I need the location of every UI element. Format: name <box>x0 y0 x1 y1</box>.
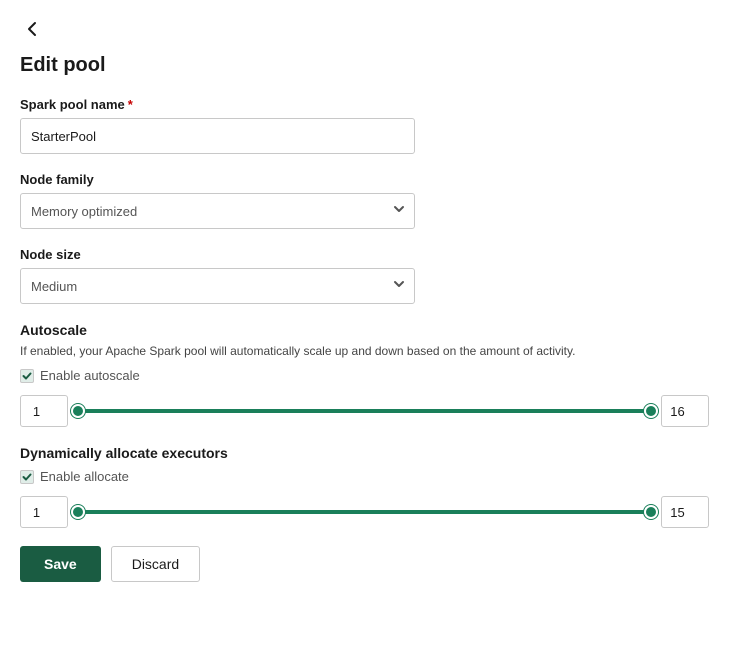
allocate-checkbox[interactable] <box>20 470 34 484</box>
autoscale-slider-thumb-left[interactable] <box>71 404 85 418</box>
save-button[interactable]: Save <box>20 546 101 582</box>
autoscale-min-input[interactable] <box>20 395 68 427</box>
autoscale-slider-row <box>20 395 709 427</box>
allocate-title: Dynamically allocate executors <box>20 445 709 461</box>
autoscale-slider-track-wrapper <box>78 401 651 421</box>
node-size-field: Node size Small Medium Large XLarge XXLa… <box>20 247 709 304</box>
allocate-slider-track-wrapper <box>78 502 651 522</box>
autoscale-checkbox-row: Enable autoscale <box>20 368 709 383</box>
required-indicator: * <box>128 97 133 112</box>
allocate-slider-thumb-left[interactable] <box>71 505 85 519</box>
autoscale-title: Autoscale <box>20 322 709 338</box>
allocate-slider-thumb-right[interactable] <box>644 505 658 519</box>
allocate-max-input[interactable] <box>661 496 709 528</box>
allocate-checkbox-row: Enable allocate <box>20 469 709 484</box>
spark-pool-name-input[interactable] <box>20 118 415 154</box>
node-family-field: Node family Memory optimized Compute opt… <box>20 172 709 229</box>
allocate-slider-track <box>78 510 651 514</box>
node-family-select-wrapper: Memory optimized Compute optimized Gener… <box>20 193 415 229</box>
autoscale-checkbox-label: Enable autoscale <box>40 368 140 383</box>
spark-pool-name-label: Spark pool name * <box>20 97 709 112</box>
autoscale-checkbox[interactable] <box>20 369 34 383</box>
allocate-min-input[interactable] <box>20 496 68 528</box>
autoscale-max-input[interactable] <box>661 395 709 427</box>
node-size-select-wrapper: Small Medium Large XLarge XXLarge XXXLar… <box>20 268 415 304</box>
allocate-slider-row <box>20 496 709 528</box>
node-size-label: Node size <box>20 247 709 262</box>
button-row: Save Discard <box>20 546 709 582</box>
discard-button[interactable]: Discard <box>111 546 200 582</box>
node-family-label: Node family <box>20 172 709 187</box>
autoscale-slider-thumb-right[interactable] <box>644 404 658 418</box>
back-button[interactable] <box>20 16 46 42</box>
autoscale-section: Autoscale If enabled, your Apache Spark … <box>20 322 709 427</box>
node-family-select[interactable]: Memory optimized Compute optimized Gener… <box>20 193 415 229</box>
autoscale-description: If enabled, your Apache Spark pool will … <box>20 342 700 360</box>
page-title: Edit pool <box>20 54 709 77</box>
node-size-select[interactable]: Small Medium Large XLarge XXLarge XXXLar… <box>20 268 415 304</box>
spark-pool-name-field: Spark pool name * <box>20 97 709 154</box>
edit-pool-panel: Edit pool Spark pool name * Node family … <box>0 0 729 649</box>
allocate-section: Dynamically allocate executors Enable al… <box>20 445 709 528</box>
autoscale-slider-track <box>78 409 651 413</box>
allocate-checkbox-label: Enable allocate <box>40 469 129 484</box>
